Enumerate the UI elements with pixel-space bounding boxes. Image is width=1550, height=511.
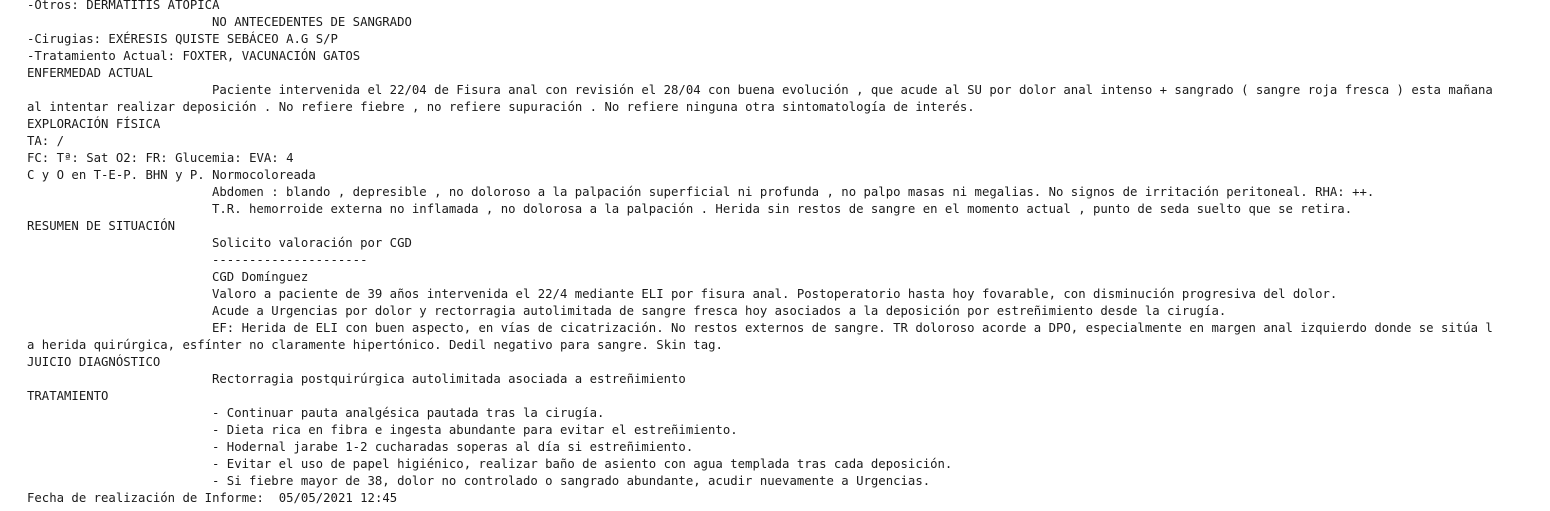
resumen-valoro: Valoro a paciente de 39 años intervenida… [212, 287, 1338, 301]
antecedentes-otros: -Otros: DERMATITIS ATOPICA [27, 0, 220, 12]
resumen-cgd: CGD Domínguez [212, 270, 309, 284]
antecedentes-sangrado: NO ANTECEDENTES DE SANGRADO [212, 15, 412, 29]
exploracion-abdomen: Abdomen : blando , depresible , no dolor… [212, 185, 1375, 199]
tratamiento-item: - Evitar el uso de papel higiénico, real… [212, 457, 953, 471]
enfermedad-actual-line-2: al intentar realizar deposición . No ref… [27, 100, 975, 114]
enfermedad-actual-line-1: Paciente intervenida el 22/04 de Fisura … [212, 83, 1493, 97]
resumen-separator: --------------------- [212, 253, 368, 267]
tratamiento-item: - Dieta rica en fibra e ingesta abundant… [212, 423, 738, 437]
resumen-ef-line-1: EF: Herida de ELI con buen aspecto, en v… [212, 321, 1493, 335]
section-heading-resumen: RESUMEN DE SITUACIÓN [27, 219, 176, 233]
antecedentes-cirugias: -Cirugias: EXÉRESIS QUISTE SEBÁCEO A.G S… [27, 32, 338, 46]
medical-report: -Otros: DERMATITIS ATOPICA NO ANTECEDENT… [27, 0, 1550, 507]
tratamiento-item: - Si fiebre mayor de 38, dolor no contro… [212, 474, 931, 488]
tratamiento-item: - Continuar pauta analgésica pautada tra… [212, 406, 605, 420]
section-heading-tratamiento: TRATAMIENTO [27, 389, 109, 403]
section-heading-exploracion: EXPLORACIÓN FÍSICA [27, 117, 161, 131]
resumen-acude: Acude a Urgencias por dolor y rectorragi… [212, 304, 1227, 318]
antecedentes-tratamiento-actual: -Tratamiento Actual: FOXTER, VACUNACIÓN … [27, 49, 361, 63]
resumen-ef-line-2: a herida quirúrgica, esfínter no clarame… [27, 338, 723, 352]
tratamiento-item: - Hodernal jarabe 1-2 cucharadas soperas… [212, 440, 694, 454]
section-heading-juicio: JUICIO DIAGNÓSTICO [27, 355, 161, 369]
juicio-text: Rectorragia postquirúrgica autolimitada … [212, 372, 686, 386]
exploracion-general: C y O en T-E-P. BHN y P. Normocoloreada [27, 168, 316, 182]
fecha-informe: Fecha de realización de Informe: 05/05/2… [27, 491, 398, 505]
exploracion-vitals: FC: Tª: Sat O2: FR: Glucemia: EVA: 4 [27, 151, 294, 165]
exploracion-tacto-rectal: T.R. hemorroide externa no inflamada , n… [212, 202, 1353, 216]
section-heading-enfermedad-actual: ENFERMEDAD ACTUAL [27, 66, 153, 80]
exploracion-ta: TA: / [27, 134, 65, 148]
resumen-solicito: Solicito valoración por CGD [212, 236, 412, 250]
